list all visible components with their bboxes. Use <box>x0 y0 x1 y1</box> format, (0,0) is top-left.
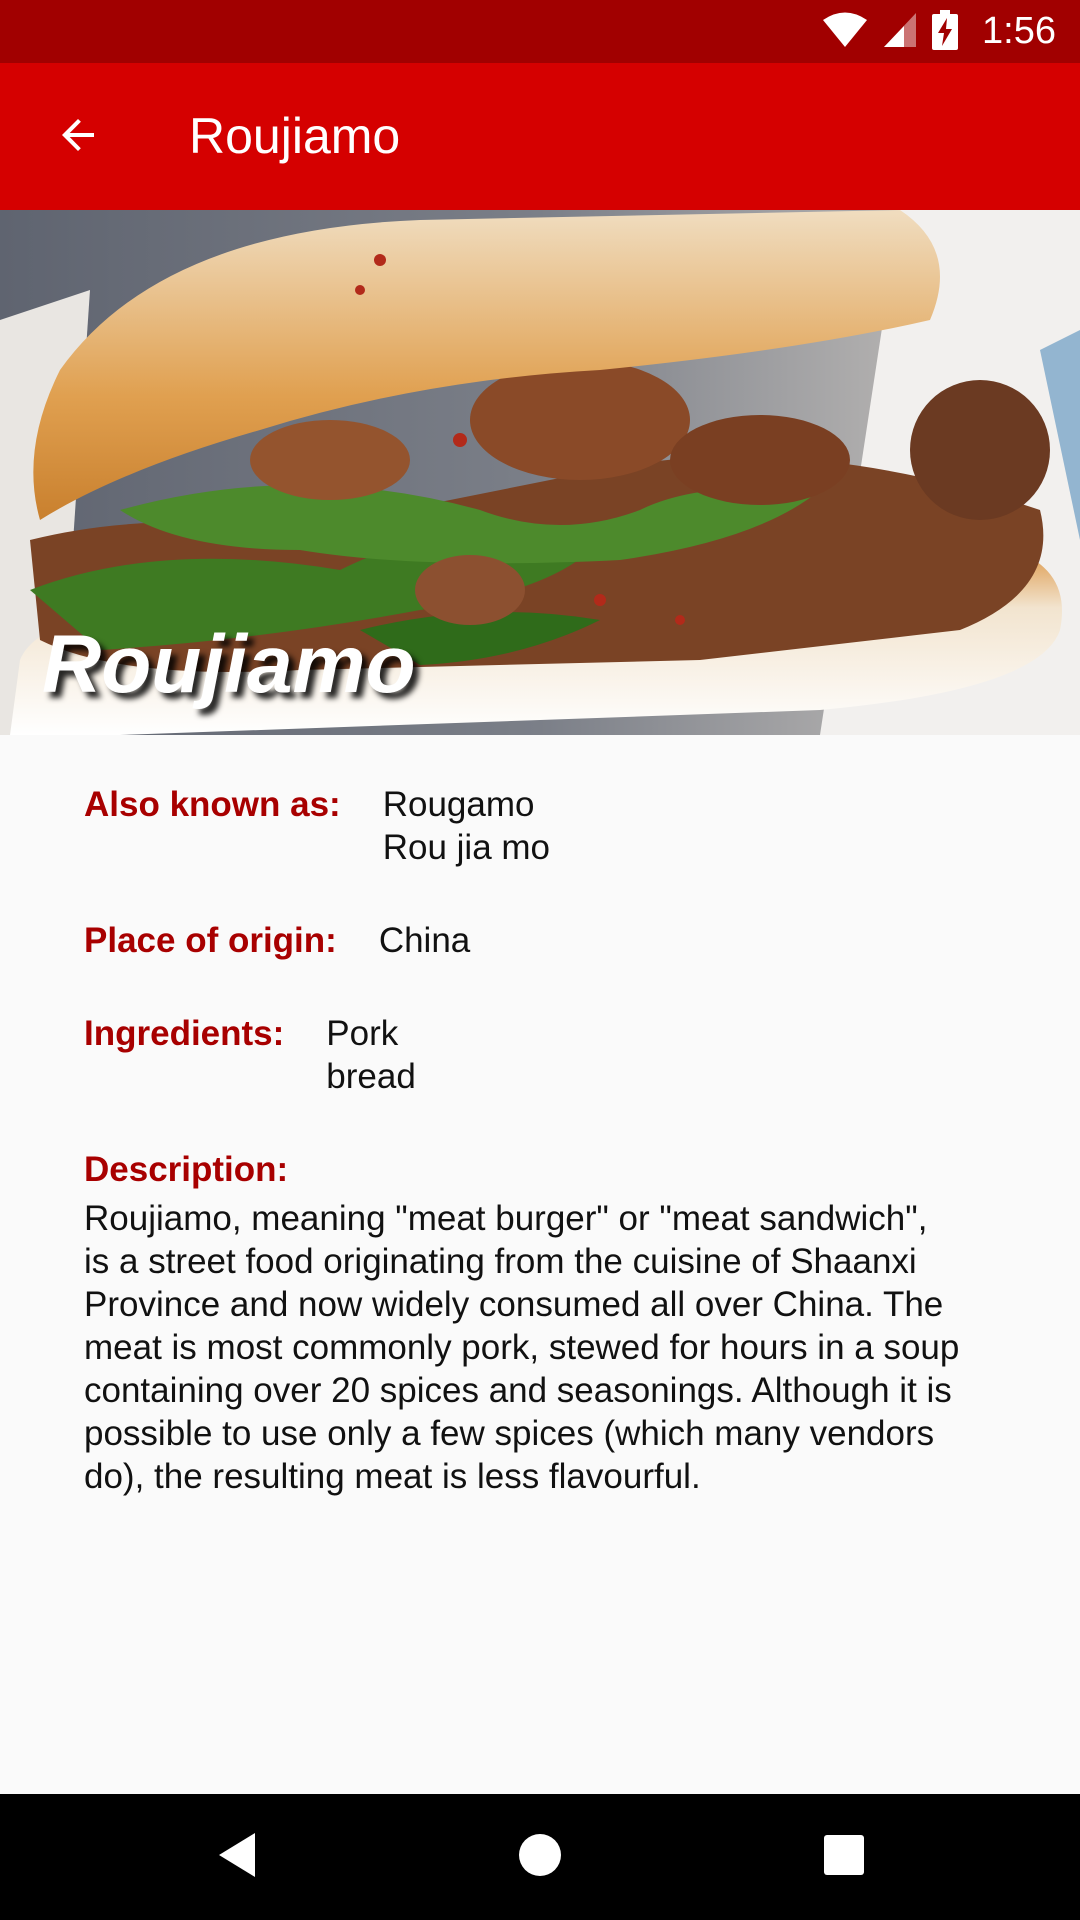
ingredient-item: bread <box>326 1057 416 1096</box>
wifi-icon <box>822 11 868 53</box>
place-of-origin-label: Place of origin: <box>84 921 337 960</box>
description-line: possible to use only a few spices (which… <box>84 1414 935 1453</box>
battery-charging-icon <box>932 9 959 54</box>
description-line: is a street food originating from the cu… <box>84 1242 917 1281</box>
nav-recents-icon <box>823 1834 865 1880</box>
nav-recents-button[interactable] <box>781 1794 907 1920</box>
status-time: 1:56 <box>982 10 1056 52</box>
alias-item: Rou jia mo <box>382 828 551 867</box>
also-known-as-label: Also known as: <box>84 785 341 824</box>
description-line: Roujiamo, meaning "meat burger" or "meat… <box>84 1199 928 1238</box>
status-icons: 1:56 <box>822 0 1056 63</box>
hero-caption: Roujiamo <box>42 619 416 710</box>
navigation-bar <box>0 1794 1080 1920</box>
nav-home-button[interactable] <box>477 1794 603 1920</box>
ingredient-item: Pork <box>326 1014 399 1053</box>
food-details: Also known as: Rougamo Rou jia mo Place … <box>84 775 1024 1498</box>
also-known-as-row: Also known as: Rougamo Rou jia mo <box>84 783 1024 869</box>
cellular-signal-icon <box>882 11 918 53</box>
app-bar: Roujiamo <box>0 63 1080 210</box>
description-line: containing over 20 spices and seasonings… <box>84 1371 952 1410</box>
alias-item: Rougamo <box>382 785 535 824</box>
nav-home-icon <box>517 1832 563 1882</box>
description-line: meat is most commonly pork, stewed for h… <box>84 1328 960 1367</box>
nav-back-icon <box>215 1831 259 1883</box>
description-text: Roujiamo, meaning "meat burger" or "meat… <box>84 1197 1024 1498</box>
ingredients-row: Ingredients: Pork bread <box>84 1012 1024 1098</box>
description-label: Description: <box>84 1150 289 1189</box>
ingredients-values: Pork bread <box>326 1012 416 1098</box>
back-button[interactable] <box>30 89 126 185</box>
description-line: do), the resulting meat is less flavourf… <box>84 1457 701 1496</box>
also-known-as-values: Rougamo Rou jia mo <box>383 783 550 869</box>
ingredients-label: Ingredients: <box>84 1014 285 1053</box>
place-of-origin-row: Place of origin: China <box>84 919 1024 962</box>
place-of-origin-value: China <box>378 921 471 960</box>
status-bar: 1:56 <box>0 0 1080 63</box>
nav-back-button[interactable] <box>174 1794 300 1920</box>
hero-image: Roujiamo <box>0 210 1080 735</box>
description-line: Province and now widely consumed all ove… <box>84 1285 944 1324</box>
app-title: Roujiamo <box>189 108 401 164</box>
arrow-back-icon <box>54 111 102 163</box>
